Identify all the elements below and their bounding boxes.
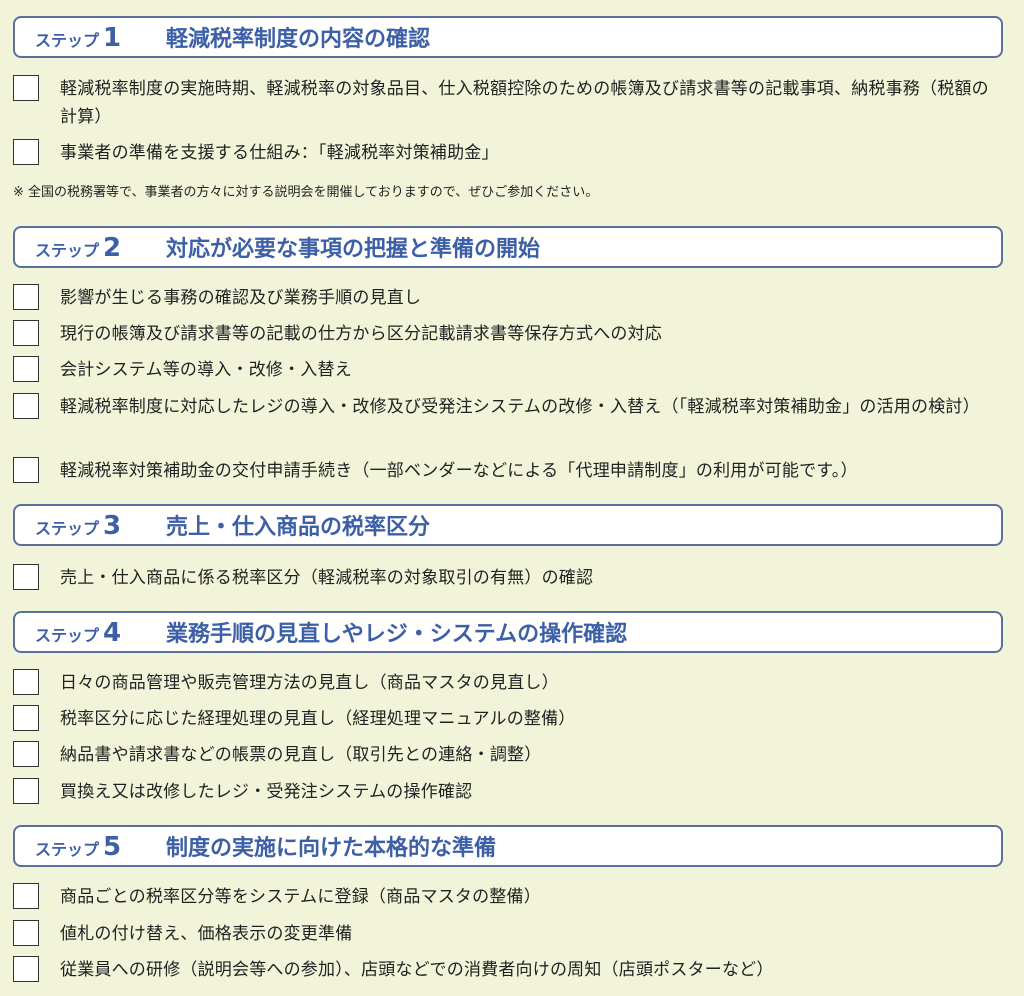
item-text: 軽減税率制度の実施時期、軽減税率の対象品目、仕入税額控除のための帳簿及び請求書等… [60, 79, 989, 127]
step-4-header: ステップ 4 業務手順の見直しやレジ・システムの操作確認 [13, 611, 1003, 653]
item-text: 事業者の準備を支援する仕組み：「軽減税率対策補助金」 [60, 143, 499, 163]
step-4-title: 業務手順の見直しやレジ・システムの操作確認 [166, 622, 628, 647]
step-2-header: ステップ 2 対応が必要な事項の把握と準備の開始 [13, 226, 1003, 268]
step-3-title: 売上・仕入商品の税率区分 [166, 515, 431, 540]
step-3-label: ステップ 3 [35, 506, 121, 544]
step-number: 4 [103, 618, 122, 648]
checkbox[interactable] [13, 705, 39, 731]
item-text: 会計システム等の導入・改修・入替え [60, 360, 352, 380]
step-1-header: ステップ 1 軽減税率制度の内容の確認 [13, 16, 1003, 58]
checkbox[interactable] [13, 320, 39, 346]
step-3-header: ステップ 3 売上・仕入商品の税率区分 [13, 504, 1003, 546]
step-1-title: 軽減税率制度の内容の確認 [166, 27, 431, 52]
item-text: 現行の帳簿及び請求書等の記載の仕方から区分記載請求書等保存方式への対応 [60, 324, 662, 344]
checkbox[interactable] [13, 778, 39, 804]
item-text: 影響が生じる事務の確認及び業務手順の見直し [60, 288, 422, 308]
item-text: 日々の商品管理や販売管理方法の見直し（商品マスタの見直し） [60, 673, 559, 693]
step-1-note: ※ 全国の税務署等で、事業者の方々に対する説明会を開催しておりますので、ぜひご参… [13, 185, 599, 200]
item-text: 納品書や請求書などの帳票の見直し（取引先との連絡・調整） [60, 745, 542, 765]
checkbox[interactable] [13, 741, 39, 767]
item-text: 軽減税率対策補助金の交付申請手続き（一部ベンダーなどによる「代理申請制度」の利用… [60, 461, 858, 481]
item-text: 商品ごとの税率区分等をシステムに登録（商品マスタの整備） [60, 887, 541, 907]
checkbox[interactable] [13, 883, 39, 909]
step-word: ステップ [35, 626, 100, 645]
checkbox[interactable] [13, 75, 39, 101]
checkbox[interactable] [13, 393, 39, 419]
step-5-title: 制度の実施に向けた本格的な準備 [166, 836, 497, 861]
step-word: ステップ [35, 31, 100, 50]
step-2-title: 対応が必要な事項の把握と準備の開始 [166, 237, 541, 262]
step-word: ステップ [35, 519, 100, 538]
step-number: 1 [103, 23, 122, 53]
step-number: 5 [103, 832, 122, 862]
checkbox[interactable] [13, 457, 39, 483]
checkbox[interactable] [13, 356, 39, 382]
step-number: 3 [103, 511, 122, 541]
checkbox[interactable] [13, 956, 39, 982]
step-word: ステップ [35, 241, 100, 260]
step-number: 2 [103, 233, 122, 263]
item-text: 軽減税率制度に対応したレジの導入・改修及び受発注システムの改修・入替え（「軽減税… [60, 397, 980, 417]
step-5-header: ステップ 5 制度の実施に向けた本格的な準備 [13, 825, 1003, 867]
checkbox[interactable] [13, 564, 39, 590]
item-text: 値札の付け替え、価格表示の変更準備 [60, 924, 353, 944]
step-4-label: ステップ 4 [35, 613, 121, 651]
step-5-label: ステップ 5 [35, 827, 121, 865]
item-text: 買換え又は改修したレジ・受発注システムの操作確認 [60, 782, 473, 802]
item-text: 従業員への研修（説明会等への参加）、店頭などでの消費者向けの周知（店頭ポスターな… [60, 960, 774, 980]
item-text: 売上・仕入商品に係る税率区分（軽減税率の対象取引の有無）の確認 [60, 568, 594, 588]
checkbox[interactable] [13, 669, 39, 695]
step-word: ステップ [35, 840, 100, 859]
checkbox[interactable] [13, 284, 39, 310]
checkbox[interactable] [13, 139, 39, 165]
checkbox[interactable] [13, 920, 39, 946]
item-text: 税率区分に応じた経理処理の見直し（経理処理マニュアルの整備） [60, 709, 576, 729]
step-2-label: ステップ 2 [35, 228, 121, 266]
step-1-label: ステップ 1 [35, 18, 121, 56]
